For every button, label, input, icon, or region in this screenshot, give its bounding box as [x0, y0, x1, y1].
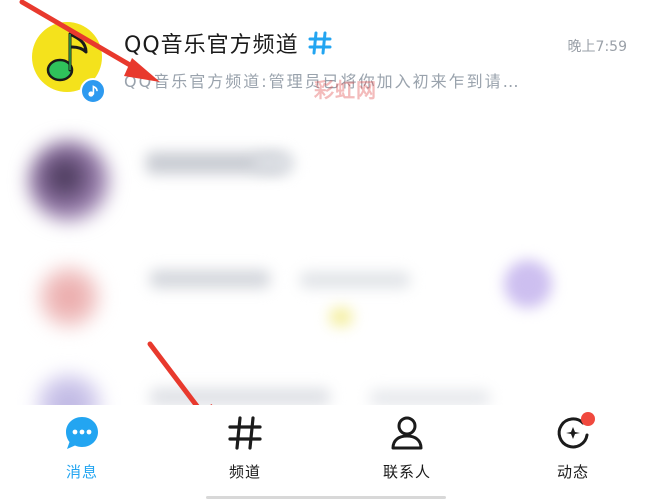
chat-list: QQ音乐官方频道 晚上7:59 QQ音乐官方频道:管理员已将你加入初来乍到请… …: [0, 0, 653, 412]
chat-row-blurred[interactable]: [0, 118, 653, 238]
blurred-chat-title: [300, 272, 410, 288]
tab-dynamics[interactable]: 动态: [528, 412, 618, 493]
chat-title: QQ音乐官方频道: [124, 33, 299, 58]
blurred-chat-preview: [330, 308, 352, 326]
tab-label: 动态: [556, 463, 589, 481]
blurred-unread-avatar: [504, 260, 552, 308]
hash-icon: [308, 31, 332, 55]
blurred-chat-title: [150, 270, 270, 288]
message-bubble-icon: [66, 417, 98, 449]
home-indicator: [206, 496, 446, 499]
tab-contacts[interactable]: 联系人: [362, 413, 452, 493]
chat-row-blurred[interactable]: [0, 236, 653, 356]
tab-messages[interactable]: 消息: [37, 413, 127, 493]
avatar[interactable]: [28, 140, 110, 222]
channel-badge: [80, 78, 106, 104]
hash-icon: [228, 416, 262, 450]
blurred-chat-title: [370, 390, 490, 406]
blurred-chat-title: [150, 388, 330, 406]
tab-label: 频道: [228, 463, 261, 481]
blurred-chat-title: [254, 154, 294, 172]
chat-row-blurred[interactable]: [0, 354, 653, 412]
tab-label: 消息: [65, 463, 98, 481]
tab-channels[interactable]: 频道: [200, 413, 290, 493]
chat-time: 晚上7:59: [567, 39, 627, 55]
chat-title-line: QQ音乐官方频道: [124, 27, 333, 59]
tab-bar: 消息 频道 联系人 动态: [0, 405, 653, 500]
tab-label: 联系人: [382, 463, 431, 481]
music-note-icon: [88, 85, 98, 97]
notification-dot: [581, 412, 595, 426]
person-icon: [391, 416, 423, 450]
avatar[interactable]: [38, 266, 100, 328]
watermark: 彩虹网: [314, 78, 377, 102]
